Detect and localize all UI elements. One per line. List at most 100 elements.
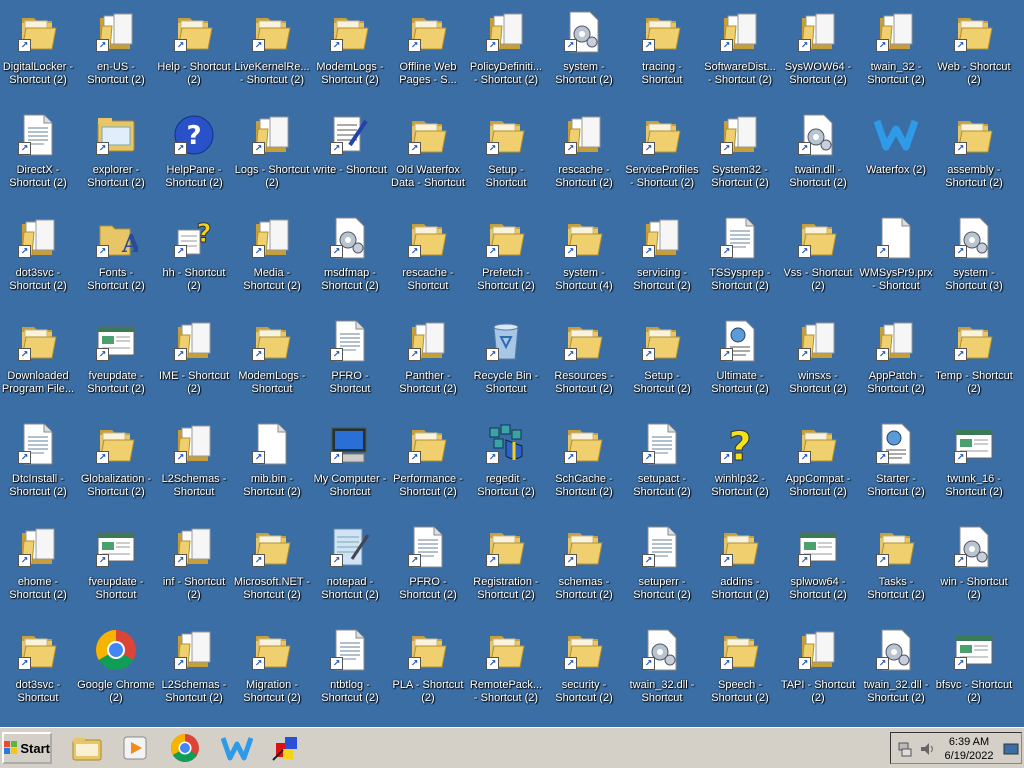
desktop-icon[interactable]: ↗ SoftwareDist... - Shortcut (2) [702,2,778,98]
desktop-icon[interactable]: ↗ Vss - Shortcut (2) [780,208,856,304]
desktop-icon[interactable]: ↗ system - Shortcut (3) [936,208,1012,304]
desktop-icon[interactable]: ↗ addins - Shortcut (2) [702,517,778,613]
desktop-icon[interactable]: ↗ setuperr - Shortcut (2) [624,517,700,613]
desktop-icon[interactable]: ↗ rescache - Shortcut (2) [546,105,622,201]
desktop-icon[interactable]: ↗ Resources - Shortcut (2) [546,311,622,407]
desktop-icon[interactable]: ↗ Speech - Shortcut (2) [702,620,778,716]
desktop-icon[interactable]: ↗ SchCache - Shortcut (2) [546,414,622,510]
quicklaunch-installer[interactable] [270,732,304,764]
desktop-icon[interactable]: ↗ tracing - Shortcut [624,2,700,98]
desktop-icon[interactable]: ↗ Prefetch - Shortcut (2) [468,208,544,304]
desktop-icon[interactable]: ↗ Recycle Bin - Shortcut [468,311,544,407]
desktop-icon[interactable]: A ↗ Fonts - Shortcut (2) [78,208,154,304]
desktop-icon[interactable]: ↗ SysWOW64 - Shortcut (2) [780,2,856,98]
desktop-icon[interactable]: ↗ Starter - Shortcut (2) [858,414,934,510]
desktop-icon[interactable]: ↗ fveupdate - Shortcut [78,517,154,613]
desktop-icon[interactable]: ↗ Performance - Shortcut (2) [390,414,466,510]
desktop-icon[interactable]: ↗ mib.bin - Shortcut (2) [234,414,310,510]
desktop-icon[interactable]: ↗ Media - Shortcut (2) [234,208,310,304]
desktop-icon[interactable]: ↗ L2Schemas - Shortcut [156,414,232,510]
desktop-icon[interactable]: ↗ twain_32.dll - Shortcut (2) [858,620,934,716]
desktop-icon[interactable]: ↗ PFRO - Shortcut [312,311,388,407]
desktop-icon[interactable]: ↗ Ultimate - Shortcut (2) [702,311,778,407]
network-icon[interactable] [897,741,913,757]
desktop-icon[interactable]: ↗ security - Shortcut (2) [546,620,622,716]
desktop-icon[interactable]: ? ↗ winhlp32 - Shortcut (2) [702,414,778,510]
desktop-icon[interactable]: ↗ Help - Shortcut (2) [156,2,232,98]
desktop-icon[interactable]: ↗ dot3svc - Shortcut [0,620,76,716]
clock-date[interactable]: 6/19/2022 [939,750,999,762]
desktop-icon[interactable]: ↗ ehome - Shortcut (2) [0,517,76,613]
desktop-icon[interactable]: ↗D [1014,2,1024,98]
desktop-icon[interactable]: ↗ notepad - Shortcut (2) [312,517,388,613]
desktop-icon[interactable]: ↗ Offline Web Pages - S... [390,2,466,98]
desktop-icon[interactable]: ↗ WMSysPr9.prx - Shortcut [858,208,934,304]
desktop-icon[interactable]: ↗ RemotePack... - Shortcut (2) [468,620,544,716]
desktop-icon[interactable]: ↗ en-US - Shortcut (2) [78,2,154,98]
desktop-icon[interactable]: ↗ PFRO - Shortcut (2) [390,517,466,613]
desktop-icon[interactable]: ↗ Old Waterfox Data - Shortcut [390,105,466,201]
desktop-icon[interactable]: Google Chrome (2) [77,620,155,716]
desktop-icon[interactable]: ↗ Microsoft.NET - Shortcut (2) [234,517,310,613]
desktop-icon[interactable]: ↗ win - Shortcut (2) [936,517,1012,613]
desktop-icon[interactable]: ↗ Logs - Shortcut (2) [234,105,310,201]
desktop-icon[interactable]: ↗ dot3svc - Shortcut (2) [0,208,76,304]
desktop-icon[interactable]: ↗ DigitalLocker - Shortcut (2) [0,2,76,98]
desktop-icon[interactable]: ↗ twunk_16 - Shortcut (2) [936,414,1012,510]
desktop-icon[interactable]: ↗ System32 - Shortcut (2) [702,105,778,201]
desktop-icon[interactable]: ↗ explorer - Shortcut (2) [78,105,154,201]
desktop-icon[interactable]: ↗ ServiceProfiles - Shortcut (2) [624,105,700,201]
quicklaunch-waterfox[interactable] [220,732,254,764]
desktop-icon[interactable]: ↗ Globalization - Shortcut (2) [78,414,154,510]
desktop-icon[interactable]: ↗ Tasks - Shortcut (2) [858,517,934,613]
desktop-icon[interactable]: ↗ twain_32 - Shortcut (2) [858,2,934,98]
start-button[interactable]: Start [2,732,52,764]
desktop-icon[interactable]: ↗ Downloaded Program File... [0,311,76,407]
desktop-icon[interactable]: ↗ inf - Shortcut (2) [156,517,232,613]
desktop-icon[interactable]: ? ↗ hh - Shortcut (2) [156,208,232,304]
desktop-icon[interactable]: ↗ Panther - Shortcut (2) [390,311,466,407]
quicklaunch-explorer[interactable] [70,732,104,764]
desktop-icon[interactable]: ↗ twain.dll - Shortcut (2) [780,105,856,201]
desktop-icon[interactable]: ↗ L2Schemas - Shortcut (2) [156,620,232,716]
desktop-icon[interactable]: ↗ Setup - Shortcut (2) [624,311,700,407]
desktop-icon[interactable]: ↗ rescache - Shortcut [390,208,466,304]
desktop-icon[interactable]: ↗ DirectX - Shortcut (2) [0,105,76,201]
desktop-icon[interactable]: ↗ TAPI - Shortcut (2) [780,620,856,716]
desktop-icon[interactable]: ↗ ntbtlog - Shortcut (2) [312,620,388,716]
desktop-icon[interactable]: ↗ Web - Shortcut (2) [936,2,1012,98]
volume-icon[interactable] [919,741,935,757]
desktop-icon[interactable]: W [1014,311,1024,407]
desktop-icon[interactable]: ↗ write - Shortcut [312,105,388,201]
show-desktop-icon[interactable] [1003,741,1019,757]
desktop-icon[interactable]: ↗ ModemLogs - Shortcut (2) [312,2,388,98]
desktop-icon[interactable]: ↗ splwow64 - Shortcut (2) [780,517,856,613]
desktop-icon[interactable]: ↗ AppPatch - Shortcut (2) [858,311,934,407]
desktop-icon[interactable]: ↗ DtcInstall - Shortcut (2) [0,414,76,510]
desktop-icon[interactable]: ↗ IME - Shortcut (2) [156,311,232,407]
desktop-icon[interactable]: ↗ ModemLogs - Shortcut [234,311,310,407]
desktop-icon[interactable]: ↗ setupact - Shortcut (2) [624,414,700,510]
desktop-icon[interactable]: ↗ TSSysprep - Shortcut (2) [702,208,778,304]
desktop-icon[interactable]: ↗ AppCompat - Shortcut (2) [780,414,856,510]
desktop-icon[interactable]: ↗ PLA - Shortcut (2) [390,620,466,716]
desktop-icon[interactable]: ↗ servicing - Shortcut (2) [624,208,700,304]
desktop-icon[interactable]: ↗ winsxs - Shortcut (2) [780,311,856,407]
desktop-icon[interactable]: ↗ fveupdate - Shortcut (2) [78,311,154,407]
clock-time[interactable]: 6:39 AM [939,736,999,748]
desktop-icon[interactable]: ↗ schemas - Shortcut (2) [546,517,622,613]
desktop-icon[interactable]: ↗ assembly - Shortcut (2) [936,105,1012,201]
quicklaunch-chrome[interactable] [168,732,202,764]
desktop-icon[interactable]: ↗ regedit - Shortcut (2) [468,414,544,510]
desktop-icon[interactable]: ↗ Setup - Shortcut [468,105,544,201]
desktop-icon[interactable]: ↗ twain_32.dll - Shortcut [624,620,700,716]
desktop-icon[interactable]: ↗ Temp - Shortcut (2) [935,311,1013,407]
desktop-icon[interactable]: ↗ system - Shortcut (2) [546,2,622,98]
desktop-icon[interactable]: ↗ My Computer - Shortcut [312,414,388,510]
desktop-icon[interactable]: ↗ PolicyDefiniti... - Shortcut (2) [468,2,544,98]
desktop-icon[interactable]: Waterfox (2) [858,105,934,201]
desktop-icon[interactable]: ↗ bfsvc - Shortcut (2) [936,620,1012,716]
desktop-icon[interactable]: ↗ system - Shortcut (4) [546,208,622,304]
desktop-icon[interactable]: ↗ Migration - Shortcut (2) [234,620,310,716]
desktop-icon[interactable]: ↗ msdfmap - Shortcut (2) [312,208,388,304]
